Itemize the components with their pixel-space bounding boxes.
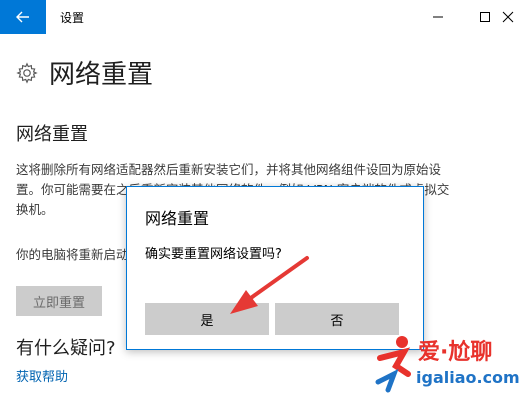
page-header: 网络重置 bbox=[16, 54, 153, 91]
reset-now-button[interactable]: 立即重置 bbox=[16, 286, 102, 316]
close-button[interactable] bbox=[485, 0, 531, 34]
watermark-top-text: 爱·尬聊 bbox=[418, 340, 493, 365]
dialog-title: 网络重置 bbox=[145, 209, 210, 228]
gear-icon bbox=[16, 61, 38, 84]
minimize-icon bbox=[433, 16, 443, 18]
close-icon bbox=[502, 11, 514, 23]
section-title: 网络重置 bbox=[16, 124, 88, 145]
watermark-bottom-text: igaliao.com bbox=[416, 368, 520, 387]
confirm-dialog: 网络重置 确实要重置网络设置吗? 是 否 bbox=[126, 186, 424, 350]
back-arrow-icon bbox=[16, 11, 29, 23]
minimize-button[interactable] bbox=[415, 0, 461, 34]
window-title: 设置 bbox=[60, 11, 85, 25]
page-title: 网络重置 bbox=[49, 60, 154, 90]
title-bar: 设置 bbox=[0, 0, 531, 34]
runner-logo-icon bbox=[375, 336, 411, 393]
back-button[interactable] bbox=[0, 0, 46, 34]
restart-notice: 你的电脑将重新启动。 bbox=[16, 247, 142, 262]
site-watermark: 爱·尬聊 igaliao.com bbox=[374, 330, 524, 396]
get-help-link[interactable]: 获取帮助 bbox=[16, 366, 68, 385]
faq-title: 有什么疑问? bbox=[16, 338, 116, 359]
dialog-message: 确实要重置网络设置吗? bbox=[145, 247, 282, 262]
yes-button[interactable]: 是 bbox=[145, 303, 269, 335]
